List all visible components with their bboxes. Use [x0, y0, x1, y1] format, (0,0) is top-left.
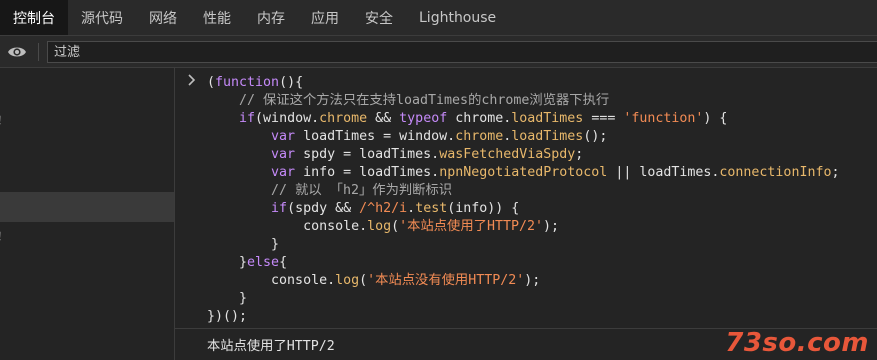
sidebar-item[interactable]: ！ [0, 104, 174, 134]
filter-separator [38, 43, 39, 61]
filter-bar [0, 36, 877, 68]
tab-network[interactable]: 网络 [136, 0, 190, 35]
console-panel[interactable]: (function(){ // 保证这个方法只在支持loadTimes的chro… [175, 68, 877, 360]
sidebar-item[interactable]: ！ [0, 220, 174, 250]
console-sidebar: ！ ！ [0, 68, 175, 360]
eye-icon[interactable] [7, 44, 27, 60]
sidebar-item-label: ！ [0, 228, 8, 244]
devtools-tab-bar: 控制台 源代码 网络 性能 内存 应用 安全 Lighthouse [0, 0, 877, 36]
tab-memory[interactable]: 内存 [244, 0, 298, 35]
tab-lighthouse[interactable]: Lighthouse [406, 0, 509, 35]
sidebar-item-label: ！ [0, 112, 8, 128]
sidebar-item[interactable] [0, 134, 174, 164]
tab-performance[interactable]: 性能 [190, 0, 244, 35]
tab-console[interactable]: 控制台 [0, 0, 68, 35]
console-output: 本站点使用了HTTP/2 [207, 339, 335, 354]
console-code: (function(){ // 保证这个方法只在支持loadTimes的chro… [207, 75, 840, 324]
filter-input[interactable] [47, 41, 877, 63]
sidebar-item[interactable] [0, 164, 174, 194]
tab-sources[interactable]: 源代码 [68, 0, 136, 35]
tab-security[interactable]: 安全 [352, 0, 406, 35]
site-watermark-logo: 73so.com [725, 328, 869, 358]
sidebar-item-selected[interactable] [0, 192, 174, 222]
chevron-right-icon [188, 74, 196, 86]
tab-application[interactable]: 应用 [298, 0, 352, 35]
